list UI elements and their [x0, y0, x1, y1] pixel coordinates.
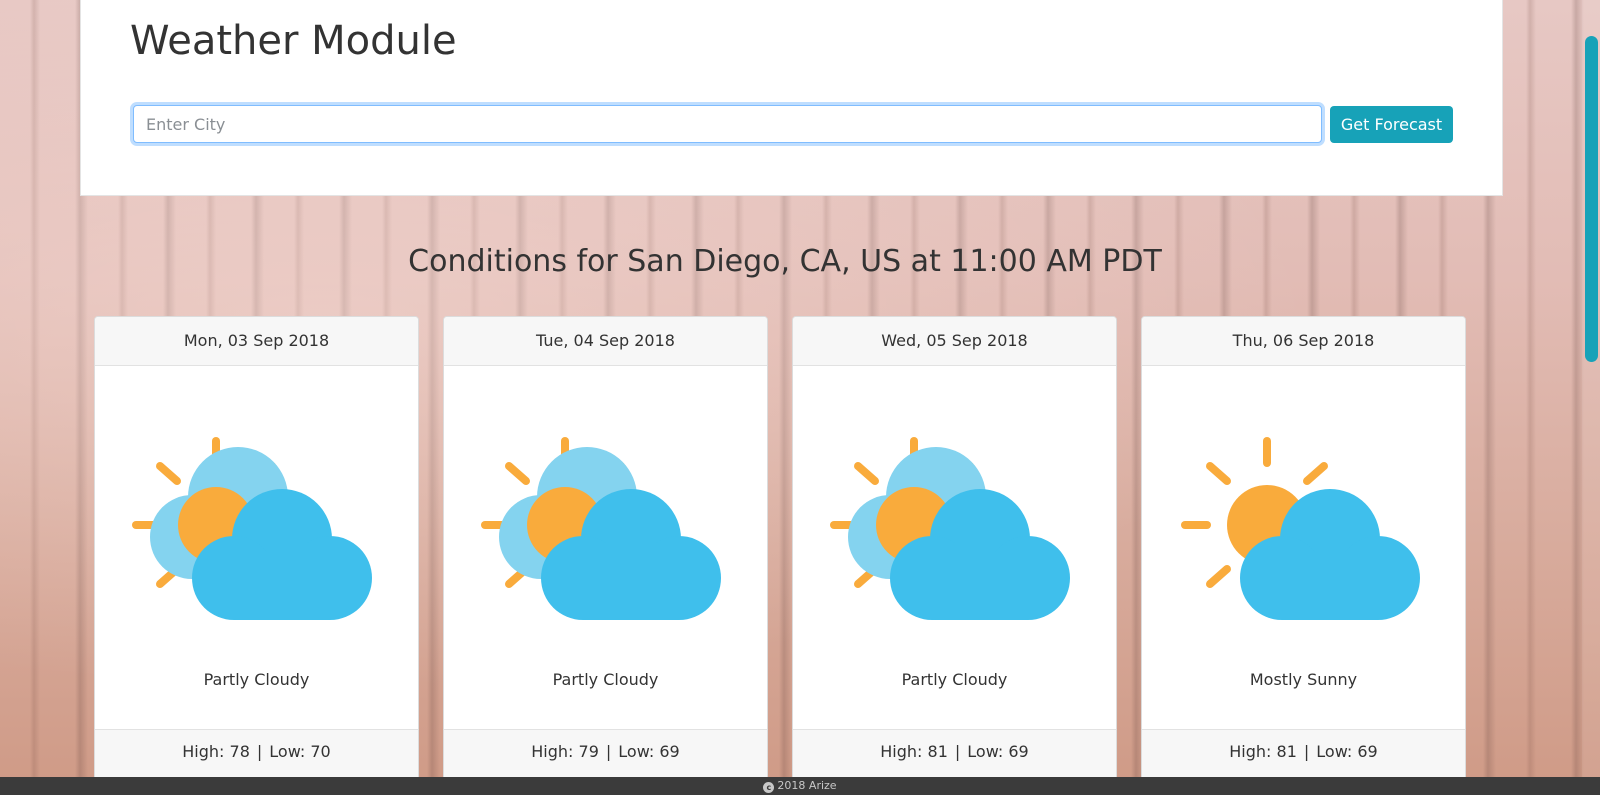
footer: c 2018 Arize — [0, 777, 1600, 795]
condition-label: Partly Cloudy — [203, 670, 310, 689]
divider: | — [605, 742, 612, 761]
condition-label: Mostly Sunny — [1249, 670, 1358, 689]
mostly-sunny-icon — [1181, 437, 1420, 620]
forecast-card: Tue, 04 Sep 2018 Partly Cloudy High: 79 |… — [443, 316, 768, 786]
high-temp: High: 79 — [531, 742, 599, 761]
forecast-date: Wed, 05 Sep 2018 — [793, 317, 1116, 366]
forecast-card: Wed, 05 Sep 2018 Partly Cloudy High: 81 |… — [792, 316, 1117, 786]
forecast-date: Tue, 04 Sep 2018 — [444, 317, 767, 366]
high-temp: High: 81 — [880, 742, 948, 761]
divider: | — [256, 742, 263, 761]
partly-cloudy-icon — [481, 437, 721, 620]
forecast-card: Mon, 03 Sep 2018 Partly Cloudy High: 78 |… — [94, 316, 419, 786]
condition-label: Partly Cloudy — [552, 670, 659, 689]
low-temp: Low: 69 — [967, 742, 1029, 761]
forecast-date: Mon, 03 Sep 2018 — [95, 317, 418, 366]
condition-label: Partly Cloudy — [901, 670, 1008, 689]
high-temp: High: 78 — [182, 742, 250, 761]
scrollbar-thumb[interactable] — [1585, 36, 1598, 362]
conditions-heading: Conditions for San Diego, CA, US at 11:0… — [408, 244, 1162, 279]
get-forecast-button[interactable]: Get Forecast — [1330, 106, 1453, 143]
partly-cloudy-icon — [132, 437, 372, 620]
divider: | — [954, 742, 961, 761]
forecast-card: Thu, 06 Sep 2018 Mostly Sunny High: 81 | L… — [1141, 316, 1466, 786]
footer-copyright: 2018 Arize — [777, 779, 837, 792]
partly-cloudy-icon — [830, 437, 1070, 620]
high-temp: High: 81 — [1229, 742, 1297, 761]
page-title: Weather Module — [130, 18, 457, 64]
search-panel: Weather Module Get Forecast — [80, 0, 1503, 196]
copyright-icon: c — [763, 782, 775, 793]
divider: | — [1303, 742, 1310, 761]
low-temp: Low: 69 — [1316, 742, 1378, 761]
forecast-date: Thu, 06 Sep 2018 — [1142, 317, 1465, 366]
city-search-input[interactable] — [133, 105, 1322, 143]
low-temp: Low: 70 — [269, 742, 331, 761]
low-temp: Low: 69 — [618, 742, 680, 761]
